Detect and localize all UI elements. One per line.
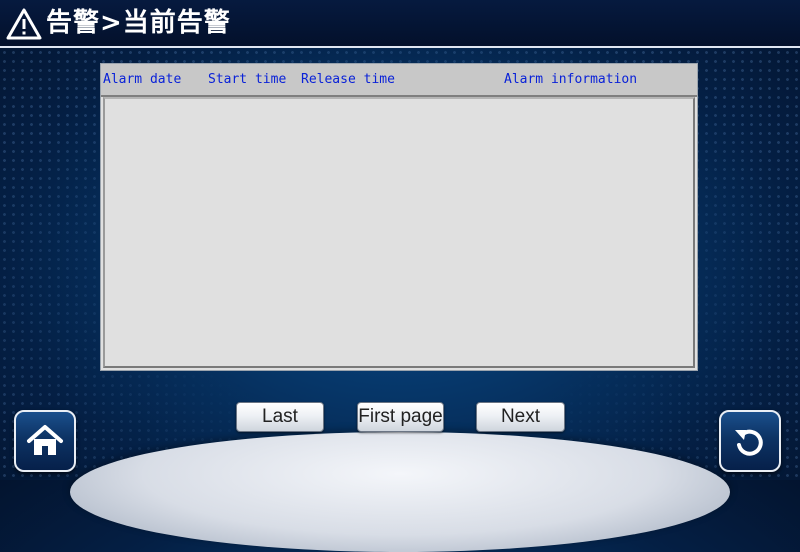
column-header-alarm-information: Alarm information: [504, 72, 638, 87]
alarm-table-header: Alarm date Start time Release time Alarm…: [101, 64, 697, 97]
title-bar: 告警>当前告警: [0, 0, 800, 48]
home-button[interactable]: [14, 410, 76, 472]
alarm-table: Alarm date Start time Release time Alarm…: [100, 63, 698, 371]
column-header-release-time: Release time: [301, 72, 395, 87]
first-page-button[interactable]: First page: [357, 402, 444, 432]
bottom-panel-arc: [70, 432, 730, 552]
alarm-list[interactable]: [103, 97, 695, 368]
next-button[interactable]: Next: [476, 402, 565, 432]
back-button[interactable]: [719, 410, 781, 472]
last-button[interactable]: Last: [236, 402, 324, 432]
column-header-alarm-date: Alarm date: [103, 72, 182, 87]
warning-triangle-icon: [6, 8, 42, 40]
page-title: 告警>当前告警: [46, 8, 231, 38]
home-icon: [27, 425, 63, 455]
back-arrow-icon: [735, 429, 763, 456]
column-header-start-time: Start time: [208, 72, 287, 87]
